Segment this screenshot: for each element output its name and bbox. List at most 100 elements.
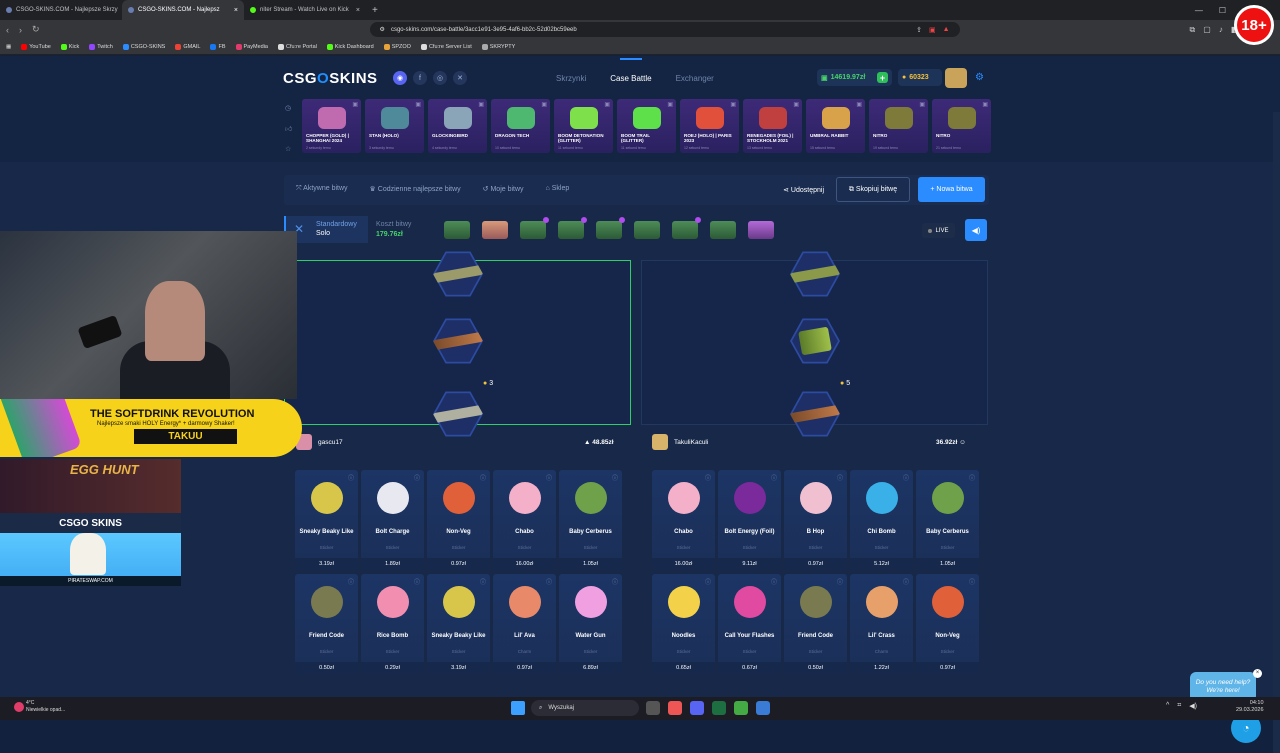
bookmark-youtube[interactable]: YouTube — [21, 44, 51, 50]
windows-start-icon[interactable] — [511, 701, 525, 715]
case-icon[interactable] — [634, 221, 660, 239]
deposit-button[interactable]: + — [877, 72, 888, 83]
coins-display[interactable]: ●60323 — [898, 69, 942, 86]
file-explorer-icon[interactable] — [646, 701, 660, 715]
case-icon[interactable] — [520, 221, 546, 239]
case-icon[interactable] — [710, 221, 736, 239]
instagram-icon[interactable]: ◎ — [433, 71, 447, 85]
maximize-icon[interactable]: ☐ — [1219, 6, 1226, 15]
feed-item[interactable]: ▣GLOCKINGBIRD4 sekundy temu — [428, 99, 487, 153]
bookmark-spzoo[interactable]: SPZOO — [384, 44, 411, 50]
info-icon[interactable]: ⓘ — [348, 577, 354, 586]
browser-tab[interactable]: CSGO-SKINS.COM - Najlepsze Skrzy× — [0, 0, 122, 20]
item-card[interactable]: ⓘRice BombSticker0.29zł — [361, 574, 424, 674]
item-card[interactable]: ⓘCall Your FlashesSticker0.67zł — [718, 574, 781, 674]
warning-icon[interactable]: ▲ — [943, 26, 950, 34]
active-battles-link[interactable]: ⤧ Aktywne bitwy — [296, 185, 348, 193]
share-button[interactable]: ⋖ Udostępnij — [783, 186, 824, 194]
site-info-icon[interactable]: ⚙ — [380, 26, 385, 33]
reload-icon[interactable]: ↻ — [32, 24, 40, 35]
smile-icon[interactable]: ☺ — [959, 439, 966, 446]
item-card[interactable]: ⓘLil' CrassCharm1.22zł — [850, 574, 913, 674]
facebook-icon[interactable]: f — [413, 71, 427, 85]
info-icon[interactable]: ⓘ — [480, 473, 486, 482]
feed-item[interactable]: ▣ROEJ (HOLO) | PARIS 202312 sekund temu — [680, 99, 739, 153]
scrollbar[interactable] — [1273, 112, 1280, 753]
bookmark-kick-dashboard[interactable]: Kick Dashboard — [327, 44, 374, 50]
item-card[interactable]: ⓘFriend CodeSticker0.50zł — [295, 574, 358, 674]
item-card[interactable]: ⓘNon-VegSticker0.97zł — [427, 470, 490, 570]
info-icon[interactable]: ⓘ — [705, 577, 711, 586]
browser-tab[interactable]: niter Stream - Watch Live on Kick× — [244, 0, 366, 20]
info-icon[interactable]: ⓘ — [771, 473, 777, 482]
live-toggle[interactable]: LIVE — [922, 223, 955, 238]
feed-item[interactable]: ▣STAN (HOLO)3 sekundy temu — [365, 99, 424, 153]
case-icon[interactable] — [482, 221, 508, 239]
thumbs-up-icon[interactable]: 👍︎ — [285, 124, 292, 133]
item-card[interactable]: ⓘWater GunSticker6.89zł — [559, 574, 622, 674]
case-icon[interactable] — [558, 221, 584, 239]
item-card[interactable]: ⓘBaby CerberusSticker1.05zł — [916, 470, 979, 570]
info-icon[interactable]: ⓘ — [837, 577, 843, 586]
taskbar-search[interactable]: ⌕Wyszukaj — [531, 700, 639, 716]
feed-item[interactable]: ▣NITRO19 sekund temu — [869, 99, 928, 153]
bookmark-gmail[interactable]: GMAIL — [175, 44, 200, 50]
item-card[interactable]: ⓘChi BombSticker5.12zł — [850, 470, 913, 570]
player-name[interactable]: gascu17 — [318, 439, 343, 446]
info-icon[interactable]: ⓘ — [348, 473, 354, 482]
discord-icon[interactable]: ◉ — [393, 71, 407, 85]
info-icon[interactable]: ⓘ — [771, 577, 777, 586]
item-card[interactable]: ⓘFriend CodeSticker0.50zł — [784, 574, 847, 674]
item-card[interactable]: ⓘB HopSticker0.97zł — [784, 470, 847, 570]
balance-display[interactable]: ▣14619.97zł+ — [817, 69, 892, 86]
network-icon[interactable]: ⌗ — [1177, 702, 1181, 710]
feed-item[interactable]: ▣BOOM DETONATION (GLITTER)11 sekund temu — [554, 99, 613, 153]
avatar[interactable] — [652, 434, 668, 450]
item-card[interactable]: ⓘBolt Energy (Foil)Sticker9.11zł — [718, 470, 781, 570]
nav-exchanger[interactable]: Exchanger — [676, 74, 714, 83]
extension-icon[interactable]: ⧉ — [1190, 25, 1196, 35]
back-icon[interactable]: ‹ — [6, 25, 9, 35]
item-card[interactable]: ⓘNoodlesSticker0.65zł — [652, 574, 715, 674]
new-battle-button[interactable]: + Nowa bitwa — [918, 177, 985, 202]
bookmark-twitch[interactable]: Twitch — [89, 44, 113, 50]
case-icon[interactable] — [672, 221, 698, 239]
screenshot-icon[interactable]: ▢ — [1203, 25, 1211, 35]
info-icon[interactable]: ⓘ — [414, 473, 420, 482]
forward-icon[interactable]: › — [19, 25, 22, 35]
bookmark-cfure-portal[interactable]: Cfu:re Portal — [278, 44, 317, 50]
bookmark-fb[interactable]: FB — [210, 44, 225, 50]
feed-item[interactable]: ▣NITRO21 sekund temu — [932, 99, 991, 153]
case-icon[interactable] — [596, 221, 622, 239]
item-card[interactable]: ⓘBolt ChargeSticker1.89zł — [361, 470, 424, 570]
info-icon[interactable]: ⓘ — [903, 577, 909, 586]
info-icon[interactable]: ⓘ — [837, 473, 843, 482]
site-logo[interactable]: CSGOSKINS — [283, 70, 378, 87]
star-icon[interactable]: ☆ — [285, 145, 292, 153]
weather-widget[interactable]: 4°CNiewielkie opad... — [26, 700, 65, 713]
item-card[interactable]: ⓘSneaky Beaky LikeSticker3.19zł — [427, 574, 490, 674]
new-tab-button[interactable]: + — [366, 5, 384, 16]
nav-case-battle[interactable]: Case Battle — [610, 74, 651, 83]
info-icon[interactable]: ⓘ — [546, 577, 552, 586]
steam-icon[interactable] — [756, 701, 770, 715]
case-icon[interactable] — [748, 221, 774, 239]
info-icon[interactable]: ⓘ — [903, 473, 909, 482]
url-field[interactable]: ⚙ csgo-skins.com/case-battle/3acc1e91-3e… — [370, 22, 960, 37]
item-card[interactable]: ⓘLil' AvaCharm0.97zł — [493, 574, 556, 674]
info-icon[interactable]: ⓘ — [546, 473, 552, 482]
x-twitter-icon[interactable]: ✕ — [453, 71, 467, 85]
copy-battle-button[interactable]: ⧉ Skopiuj bitwę — [836, 177, 910, 202]
item-card[interactable]: ⓘChaboSticker16.00zł — [493, 470, 556, 570]
speaker-icon[interactable]: ◀) — [965, 219, 987, 241]
settings-gear-icon[interactable]: ⚙ — [975, 72, 984, 83]
bookmark-paymedia[interactable]: PayMedia — [236, 44, 268, 50]
clock[interactable]: 04:1029.03.2026 — [1236, 700, 1264, 714]
item-card[interactable]: ⓘNon-VegSticker0.97zł — [916, 574, 979, 674]
info-icon[interactable]: ⓘ — [612, 577, 618, 586]
share-icon[interactable]: ⇪ — [916, 26, 922, 34]
user-avatar[interactable] — [945, 68, 967, 88]
feed-item[interactable]: ▣UMBRAL RABBIT15 sekund temu — [806, 99, 865, 153]
apps-icon[interactable]: ▦ — [6, 44, 11, 50]
daily-best-battles-link[interactable]: ♛ Codzienne najlepsze bitwy — [370, 185, 461, 193]
